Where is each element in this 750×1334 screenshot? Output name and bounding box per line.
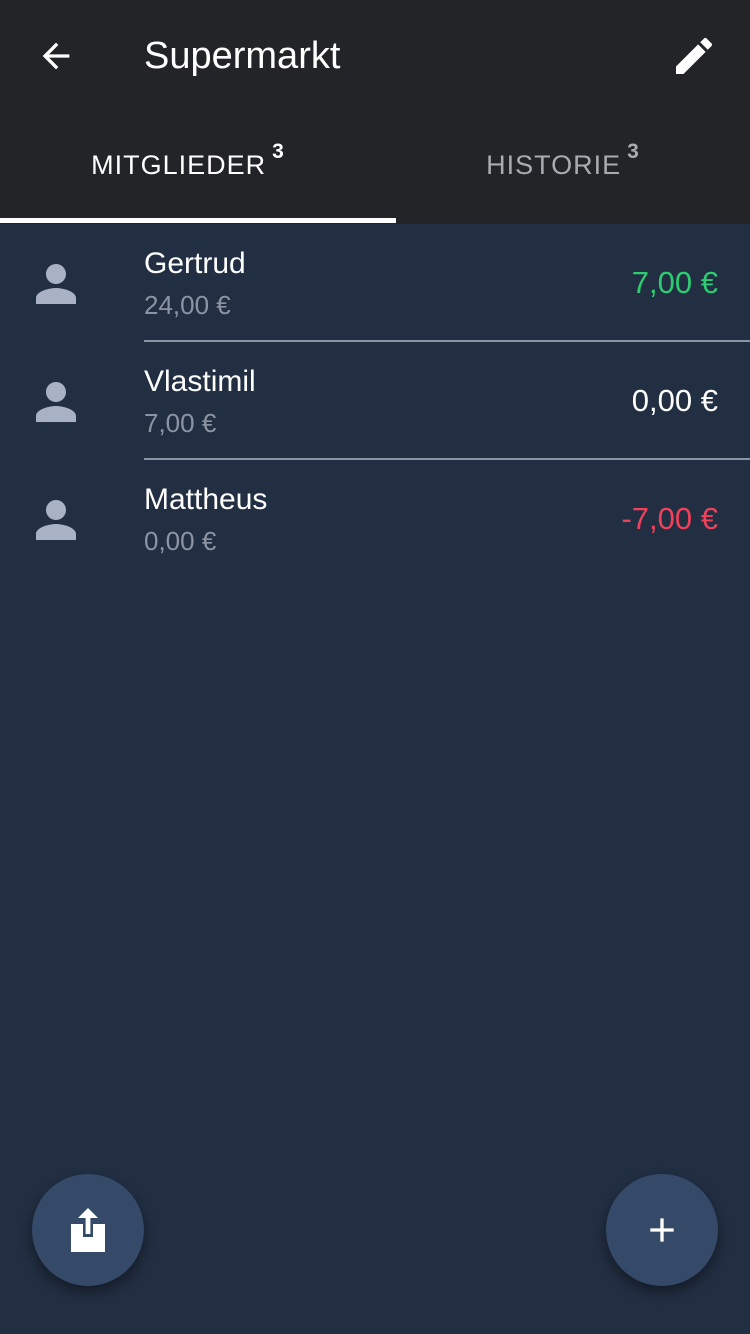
member-balance: -7,00 € — [621, 501, 718, 536]
member-balance: 7,00 € — [631, 265, 718, 300]
person-icon — [36, 500, 76, 540]
member-row[interactable]: Gertrud 24,00 € 7,00 € — [0, 224, 750, 342]
share-icon — [71, 1208, 105, 1252]
member-row[interactable]: Vlastimil 7,00 € 0,00 € — [0, 342, 750, 460]
member-balance: 0,00 € — [631, 383, 718, 418]
tab-label: MITGLIEDER — [91, 150, 267, 180]
edit-button[interactable] — [658, 20, 730, 92]
back-button[interactable] — [20, 20, 92, 92]
plus-icon — [650, 1218, 674, 1242]
tab-historie[interactable]: HISTORIE 3 — [375, 112, 750, 224]
add-button[interactable] — [606, 1174, 718, 1286]
member-row[interactable]: Mattheus 0,00 € -7,00 € — [0, 460, 750, 578]
tab-label: HISTORIE — [486, 150, 622, 180]
arrow-left-icon — [42, 42, 70, 70]
app-bar: Supermarkt MITGLIEDER 3 HISTORIE 3 — [0, 0, 750, 224]
pencil-icon — [676, 37, 713, 74]
member-paid-amount: 24,00 € — [144, 290, 231, 320]
member-name: Mattheus — [144, 483, 268, 516]
page-title: Supermarkt — [144, 35, 341, 77]
member-name: Gertrud — [144, 247, 246, 280]
member-paid-amount: 0,00 € — [144, 526, 217, 556]
tab-mitglieder[interactable]: MITGLIEDER 3 — [0, 112, 375, 224]
share-button[interactable] — [32, 1174, 144, 1286]
tab-count-badge: 3 — [272, 140, 284, 163]
person-icon — [36, 382, 76, 422]
tab-indicator — [0, 218, 396, 223]
person-icon — [36, 264, 76, 304]
tab-count-badge: 3 — [627, 140, 639, 163]
member-paid-amount: 7,00 € — [144, 408, 217, 438]
member-name: Vlastimil — [144, 365, 256, 398]
